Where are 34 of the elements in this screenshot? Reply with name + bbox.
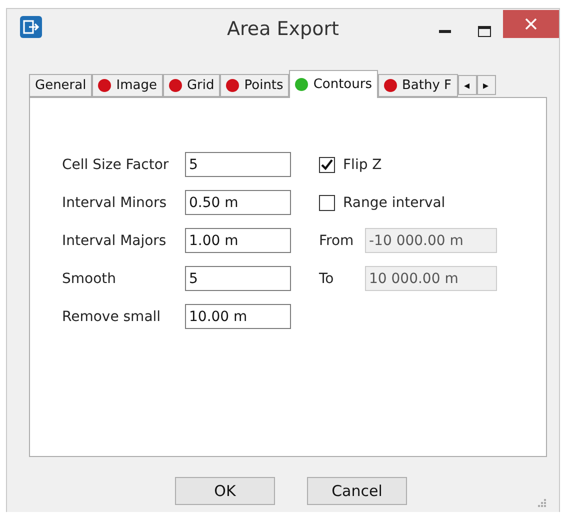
input-field[interactable]: 5 <box>185 266 291 291</box>
field-label: Interval Minors <box>62 194 168 210</box>
field-label: To <box>319 270 335 286</box>
dialog-button[interactable]: Cancel <box>307 477 407 505</box>
field-label: Interval Majors <box>62 232 168 248</box>
scroll-right-button[interactable]: ▸ <box>476 75 496 95</box>
dialog-button[interactable]: OK <box>175 477 275 505</box>
input-field[interactable]: 10.00 m <box>185 304 291 329</box>
tab[interactable]: Points <box>220 74 290 97</box>
close-icon <box>525 18 537 30</box>
checkbox[interactable] <box>319 156 335 172</box>
checkbox-label: Range interval <box>343 194 446 210</box>
input-field[interactable]: 0.50 m <box>185 190 291 215</box>
scroll-left-button[interactable]: ◂ <box>458 75 477 95</box>
check-icon <box>321 159 333 170</box>
field-label: Remove small <box>62 308 162 324</box>
tab[interactable]: Bathy F <box>378 74 458 97</box>
input-field[interactable]: 1.00 m <box>185 228 291 253</box>
field-label: Smooth <box>62 270 118 286</box>
maximize-icon <box>478 26 490 36</box>
tab[interactable]: Image <box>92 74 163 97</box>
tab[interactable]: Contours <box>289 70 378 98</box>
close-button[interactable] <box>503 10 559 38</box>
input-field[interactable]: 5 <box>185 152 291 177</box>
tab[interactable]: Grid <box>162 74 220 97</box>
export-app-icon <box>20 16 42 38</box>
field-label: From <box>319 232 355 248</box>
checkbox-label: Flip Z <box>343 156 382 172</box>
checkbox[interactable] <box>319 194 335 210</box>
field-label: Cell Size Factor <box>62 156 170 172</box>
minimize-icon <box>439 30 451 32</box>
tab[interactable]: General <box>29 74 92 97</box>
resize-grip-icon <box>537 498 547 508</box>
window-title: Area Export <box>226 18 340 40</box>
